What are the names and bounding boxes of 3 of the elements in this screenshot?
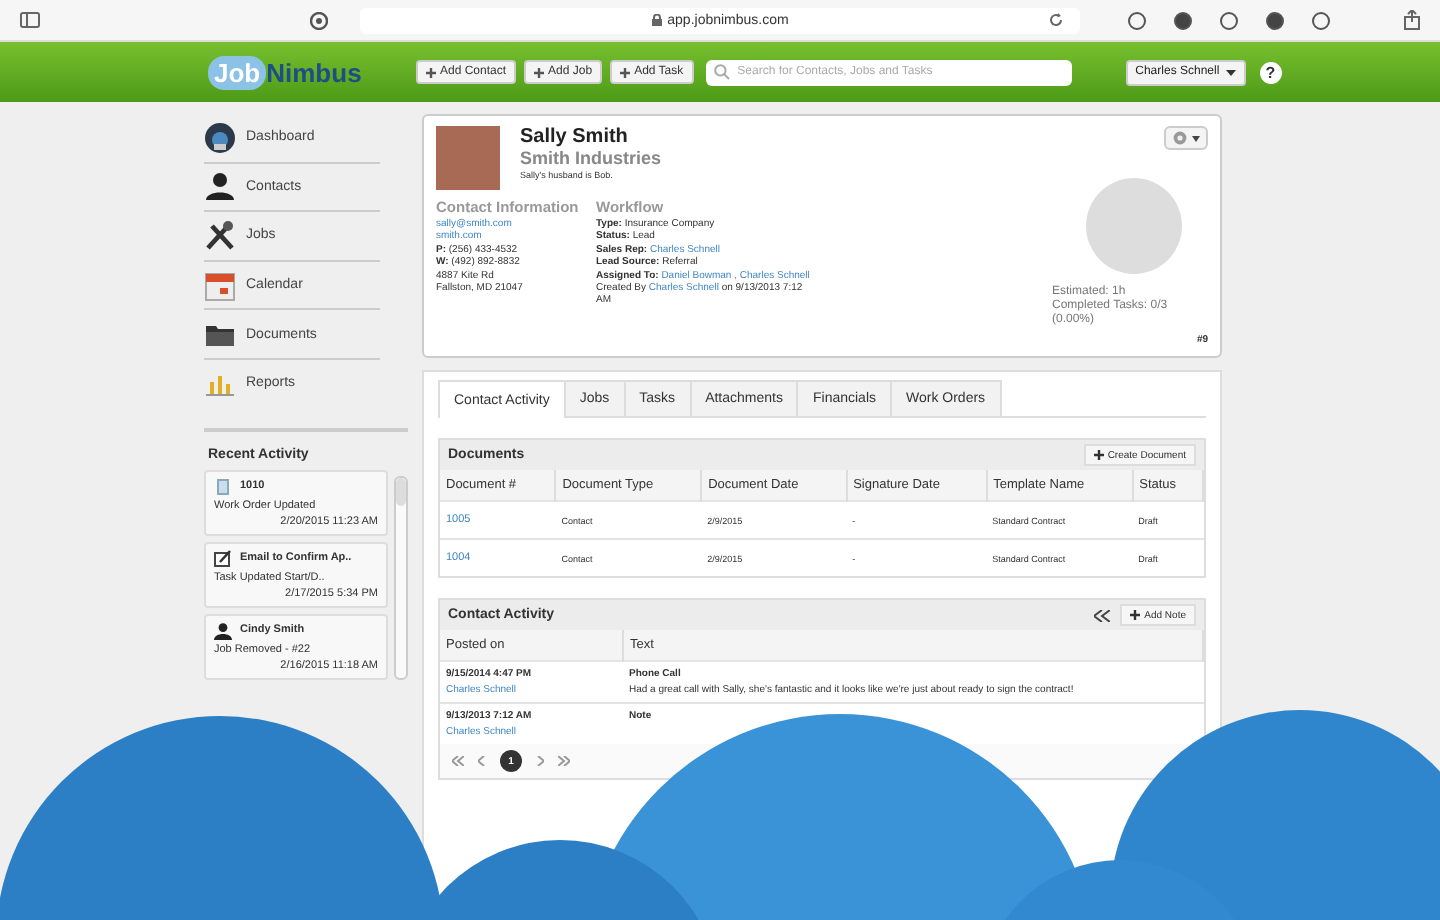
contact-name: Sally Smith bbox=[520, 126, 630, 148]
help-button[interactable]: ? bbox=[1259, 61, 1282, 83]
company-name: Smith Industries bbox=[520, 148, 662, 168]
